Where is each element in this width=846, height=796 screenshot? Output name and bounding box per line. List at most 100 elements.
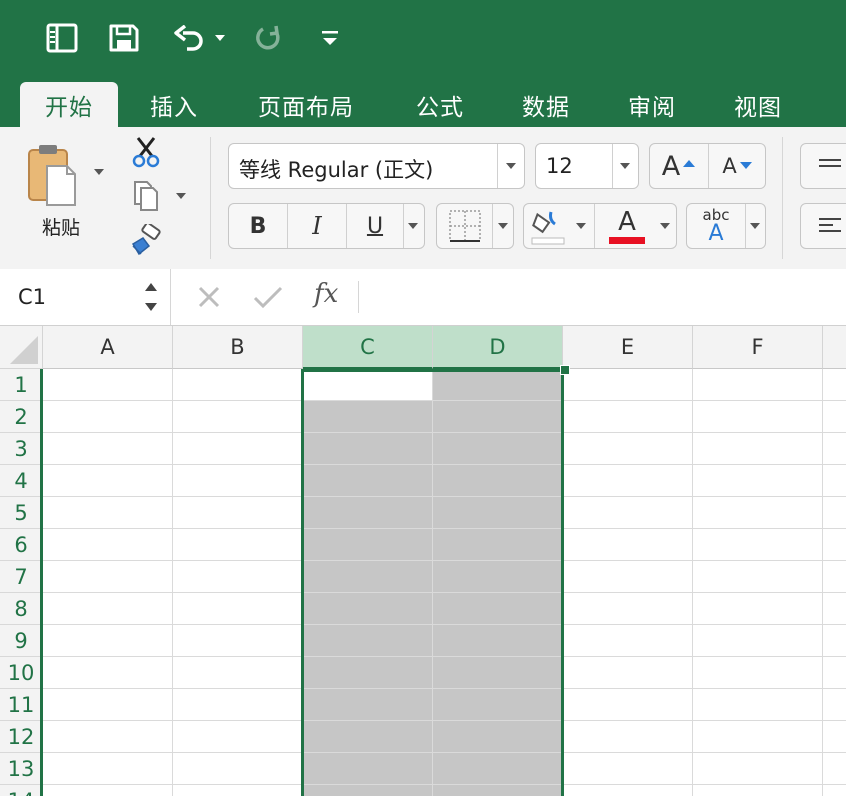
cell-a1[interactable]	[43, 369, 173, 401]
cell-g8[interactable]	[823, 593, 846, 625]
fill-handle[interactable]	[560, 365, 570, 375]
cell-e8[interactable]	[563, 593, 693, 625]
font-size-select[interactable]: 12	[535, 143, 639, 189]
fill-color-dropdown-icon[interactable]	[576, 223, 586, 229]
cell-f5[interactable]	[693, 497, 823, 529]
cell-a5[interactable]	[43, 497, 173, 529]
bold-button[interactable]: B	[229, 204, 287, 248]
cell-f11[interactable]	[693, 689, 823, 721]
column-header-f[interactable]: F	[693, 326, 823, 369]
font-size-dropdown-icon[interactable]	[620, 163, 630, 169]
borders-dropdown-icon[interactable]	[498, 223, 508, 229]
phonetic-dropdown-icon[interactable]	[750, 223, 760, 229]
cell-g2[interactable]	[823, 401, 846, 433]
cell-g1[interactable]	[823, 369, 846, 401]
row-header[interactable]: 1	[0, 369, 43, 401]
cell-a10[interactable]	[43, 657, 173, 689]
font-name-select[interactable]: 等线 Regular (正文)	[228, 143, 525, 189]
cell-g12[interactable]	[823, 721, 846, 753]
tab-page-layout[interactable]: 页面布局	[236, 82, 376, 127]
cell-b7[interactable]	[173, 561, 303, 593]
cut-icon[interactable]	[128, 135, 164, 169]
cell-g9[interactable]	[823, 625, 846, 657]
cell-b3[interactable]	[173, 433, 303, 465]
cell-a8[interactable]	[43, 593, 173, 625]
cell-c12[interactable]	[303, 721, 433, 753]
cell-b9[interactable]	[173, 625, 303, 657]
tab-home[interactable]: 开始	[20, 82, 118, 127]
cell-c1[interactable]	[303, 369, 433, 401]
cell-e11[interactable]	[563, 689, 693, 721]
font-color-button[interactable]: A	[600, 204, 654, 248]
cell-f8[interactable]	[693, 593, 823, 625]
font-name-dropdown-icon[interactable]	[506, 163, 516, 169]
row-header[interactable]: 10	[0, 657, 43, 689]
row-header[interactable]: 11	[0, 689, 43, 721]
cell-b5[interactable]	[173, 497, 303, 529]
cell-a3[interactable]	[43, 433, 173, 465]
cell-d12[interactable]	[433, 721, 563, 753]
italic-button[interactable]: I	[288, 204, 346, 248]
cell-c4[interactable]	[303, 465, 433, 497]
column-header-c[interactable]: C	[303, 326, 433, 369]
cell-c13[interactable]	[303, 753, 433, 785]
cell-b12[interactable]	[173, 721, 303, 753]
align-left-icon[interactable]	[815, 214, 845, 238]
cell-g3[interactable]	[823, 433, 846, 465]
cell-c11[interactable]	[303, 689, 433, 721]
cell-g5[interactable]	[823, 497, 846, 529]
cell-g11[interactable]	[823, 689, 846, 721]
cell-b2[interactable]	[173, 401, 303, 433]
column-header-d[interactable]: D	[433, 326, 563, 369]
cell-c10[interactable]	[303, 657, 433, 689]
undo-icon[interactable]	[166, 18, 232, 58]
paste-dropdown-icon[interactable]	[90, 165, 108, 179]
save-icon[interactable]	[106, 18, 142, 58]
tab-review[interactable]: 审阅	[608, 82, 696, 127]
select-all-corner[interactable]	[0, 326, 43, 369]
cell-a13[interactable]	[43, 753, 173, 785]
row-header[interactable]: 12	[0, 721, 43, 753]
format-painter-icon[interactable]	[128, 223, 164, 257]
cell-b13[interactable]	[173, 753, 303, 785]
cell-f4[interactable]	[693, 465, 823, 497]
tab-data[interactable]: 数据	[502, 82, 590, 127]
cell-g4[interactable]	[823, 465, 846, 497]
insert-function-button[interactable]: fx	[314, 279, 338, 309]
cell-e5[interactable]	[563, 497, 693, 529]
cell-f14[interactable]	[693, 785, 823, 796]
cell-b14[interactable]	[173, 785, 303, 796]
cell-f3[interactable]	[693, 433, 823, 465]
cell-c14[interactable]	[303, 785, 433, 796]
copy-dropdown-icon[interactable]	[172, 189, 190, 203]
cell-b11[interactable]	[173, 689, 303, 721]
cell-g13[interactable]	[823, 753, 846, 785]
cell-e14[interactable]	[563, 785, 693, 796]
cell-a2[interactable]	[43, 401, 173, 433]
cell-f10[interactable]	[693, 657, 823, 689]
row-header[interactable]: 8	[0, 593, 43, 625]
cell-d4[interactable]	[433, 465, 563, 497]
cell-d8[interactable]	[433, 593, 563, 625]
cell-e3[interactable]	[563, 433, 693, 465]
cell-d3[interactable]	[433, 433, 563, 465]
cell-e9[interactable]	[563, 625, 693, 657]
cell-f1[interactable]	[693, 369, 823, 401]
row-header[interactable]: 2	[0, 401, 43, 433]
cell-c5[interactable]	[303, 497, 433, 529]
cell-f13[interactable]	[693, 753, 823, 785]
cell-f12[interactable]	[693, 721, 823, 753]
fill-color-icon[interactable]	[524, 204, 572, 248]
cell-c7[interactable]	[303, 561, 433, 593]
cell-d1[interactable]	[433, 369, 563, 401]
cell-e10[interactable]	[563, 657, 693, 689]
tab-formulas[interactable]: 公式	[396, 82, 484, 127]
row-header[interactable]: 6	[0, 529, 43, 561]
column-header-b[interactable]: B	[173, 326, 303, 369]
cell-d11[interactable]	[433, 689, 563, 721]
sidebar-icon[interactable]	[44, 18, 80, 58]
shrink-font-button[interactable]: A	[709, 144, 766, 188]
row-header[interactable]: 13	[0, 753, 43, 785]
cell-d6[interactable]	[433, 529, 563, 561]
cell-e7[interactable]	[563, 561, 693, 593]
